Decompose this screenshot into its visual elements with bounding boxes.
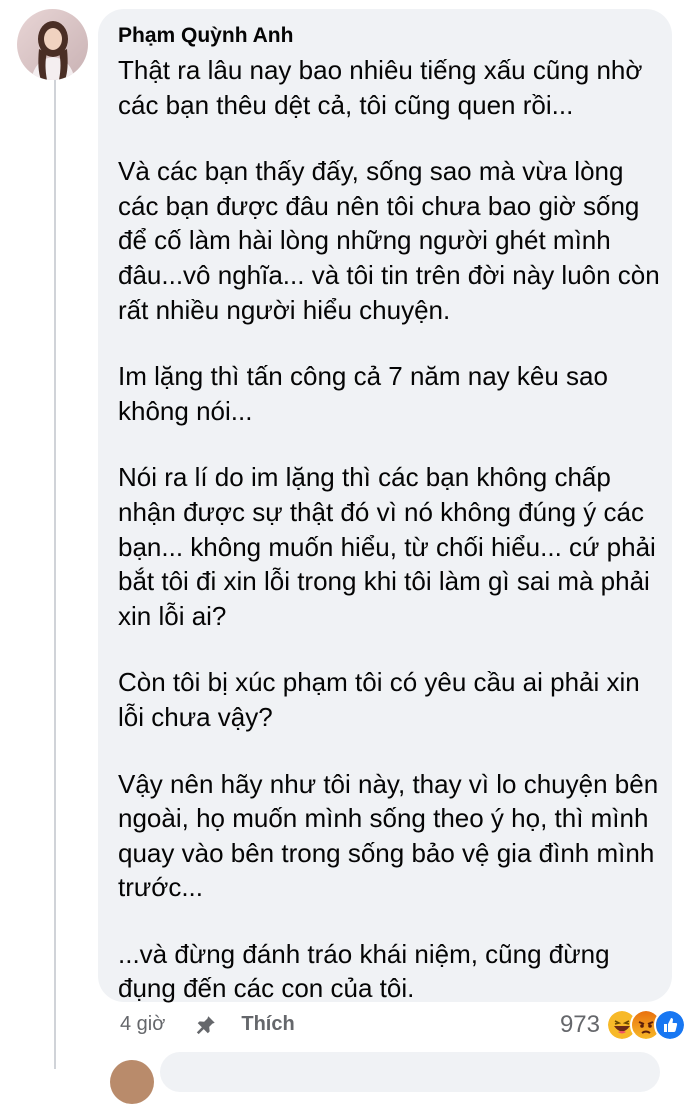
comment-line: Nói ra lí do im lặng thì các bạn không c… <box>118 462 611 493</box>
comment-line: không nói... <box>118 395 253 426</box>
reaction-icons <box>606 1009 686 1041</box>
comment-line: các bạn thêu dệt cả, tôi cũng quen rồi..… <box>118 89 574 120</box>
comment-actions: 4 giờ Thích <box>120 1013 295 1036</box>
comment-body: Thật ra lâu nay bao nhiêu tiếng xấu cũng… <box>118 53 660 1006</box>
comment-line: Còn tôi bị xúc phạm tôi có yêu cầu ai ph… <box>118 667 640 698</box>
comment-line: bạn... không muốn hiểu, từ chối hiểu... … <box>118 531 656 562</box>
comment-paragraph: Và các bạn thấy đấy, sống sao mà vừa lòn… <box>118 154 660 327</box>
comment-line: đâu...vô nghĩa... và tôi tin trên đời nà… <box>118 259 660 290</box>
comment-line: lỗi chưa vậy? <box>118 701 273 732</box>
comment-line: Và các bạn thấy đấy, sống sao mà vừa lòn… <box>118 156 624 187</box>
like-button[interactable]: Thích <box>241 1013 294 1036</box>
comment-author[interactable]: Phạm Quỳnh Anh <box>118 23 652 49</box>
comment-line: đụng đến các con của tôi. <box>118 973 415 1004</box>
comment-line: quay vào bên trong sống bảo vệ gia đình … <box>118 837 655 868</box>
comment-line: rất nhiều người hiểu chuyện. <box>118 294 451 325</box>
comment-paragraph: Im lặng thì tấn công cả 7 năm nay kêu sa… <box>118 359 652 428</box>
comment-line: Im lặng thì tấn công cả 7 năm nay kêu sa… <box>118 361 608 392</box>
thread-line <box>54 78 56 1069</box>
comment-line: ngoài, họ muốn mình sống theo ý họ, thì … <box>118 803 649 834</box>
comment-line: bắt tôi đi xin lỗi trong khi tôi làm gì … <box>118 566 650 597</box>
comment-line: để cố làm hài lòng những người ghét mình <box>118 225 611 256</box>
comment-line: Vậy nên hãy như tôi này, thay vì lo chuy… <box>118 768 659 799</box>
reactions-summary[interactable]: 973 <box>560 1009 686 1041</box>
comment-paragraph: Thật ra lâu nay bao nhiêu tiếng xấu cũng… <box>118 53 652 122</box>
pin-icon[interactable] <box>195 1014 217 1036</box>
comment-paragraph: Nói ra lí do im lặng thì các bạn không c… <box>118 460 656 633</box>
comment-line: Thật ra lâu nay bao nhiêu tiếng xấu cũng… <box>118 55 643 85</box>
comment-paragraph: ...và đừng đánh tráo khái niệm, cũng đừn… <box>118 937 652 1006</box>
comment-line: trước... <box>118 872 204 903</box>
comment-paragraph: Vậy nên hãy như tôi này, thay vì lo chuy… <box>118 767 659 905</box>
next-comment-avatar[interactable] <box>110 1060 154 1104</box>
reaction-count[interactable]: 973 <box>560 1011 600 1039</box>
next-comment-bubble <box>160 1052 660 1092</box>
comment-line: xin lỗi ai? <box>118 600 227 631</box>
comment-timestamp[interactable]: 4 giờ <box>120 1013 165 1036</box>
comment-line: nhận được sự thật đó vì nó không đúng ý … <box>118 496 644 527</box>
comment-bubble: Phạm Quỳnh Anh Thật ra lâu nay bao nhiêu… <box>98 9 672 1003</box>
comment-line: ...và đừng đánh tráo khái niệm, cũng đừn… <box>118 938 610 969</box>
comment-paragraph: Còn tôi bị xúc phạm tôi có yêu cầu ai ph… <box>118 665 652 734</box>
like-icon <box>654 1009 686 1041</box>
comment-line: các bạn được đâu nên tôi chưa bao giờ số… <box>118 190 640 221</box>
avatar[interactable] <box>17 9 88 80</box>
